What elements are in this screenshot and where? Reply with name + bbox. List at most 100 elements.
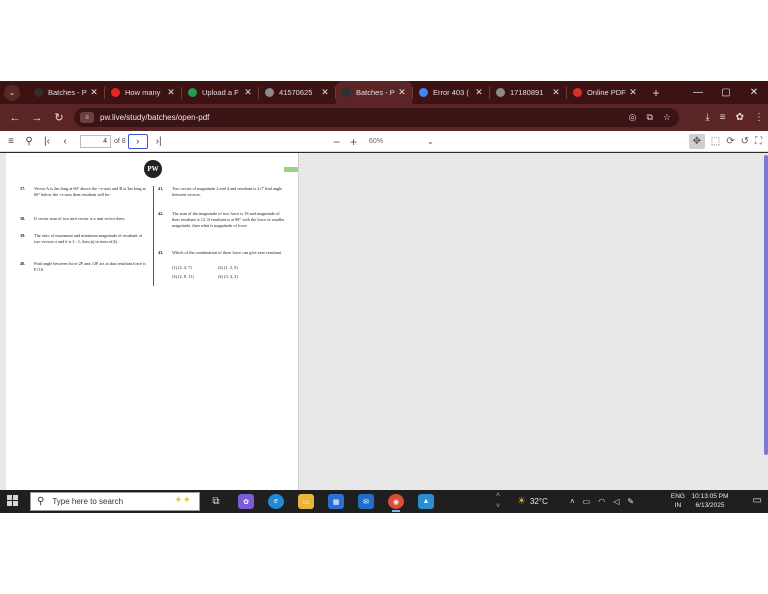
tab-label: 17180891	[510, 88, 544, 97]
pdf-viewer[interactable]: PW 37. Vector A is 2m long at 60° above t…	[0, 153, 768, 490]
globe-favicon-icon	[496, 88, 505, 97]
tab-close-icon[interactable]: ✕	[396, 87, 408, 98]
maximize-button[interactable]: ▢	[712, 81, 740, 104]
question-43-options: (1) (2, 4, 7) (2) (1, 3, 5) (3) (2, 8, 1…	[172, 265, 288, 285]
tab-close-icon[interactable]: ✕	[319, 87, 331, 98]
browser-tab[interactable]: How many ✕	[105, 81, 181, 104]
pdf-page: PW 37. Vector A is 2m long at 60° above t…	[6, 153, 299, 490]
url-text[interactable]: pw.live/study/batches/open-pdf	[100, 113, 209, 122]
search-icon[interactable]: ⚲	[22, 136, 36, 147]
pw-favicon-icon	[34, 88, 43, 97]
zoom-out-icon[interactable]: −	[333, 135, 340, 149]
pdf-toolbar: ≡ ⚲ |‹ ‹ 4 of 8 › ›| − + 60% ⌄ ✥ ⬚ ⟳ ↺ ⛶	[0, 131, 768, 152]
column-divider	[153, 186, 154, 286]
reload-button[interactable]: ↻	[48, 107, 70, 129]
question-42: 42. The sum of the magnitude of two force…	[158, 211, 285, 229]
menu-dots-icon[interactable]: ⋮	[754, 112, 764, 123]
browser-tab[interactable]: 41570625 ✕	[259, 81, 335, 104]
language-indicator[interactable]: ENG IN	[671, 492, 685, 510]
browser-tab[interactable]: Upload a F ✕	[182, 81, 258, 104]
bookmark-star-icon[interactable]: ☆	[663, 112, 671, 123]
page-count-label: of 8	[114, 137, 126, 145]
tab-label: How many	[125, 88, 161, 97]
chrome-icon[interactable]: ◉	[388, 494, 404, 512]
zoom-level[interactable]: 60%	[369, 138, 383, 145]
tab-close-icon[interactable]: ✕	[165, 87, 177, 98]
tab-label: Batches - P	[48, 88, 87, 97]
pen-icon[interactable]: ✎	[627, 497, 634, 506]
pan-tool-icon[interactable]: ✥	[688, 134, 705, 149]
forward-button[interactable]: →	[26, 107, 48, 129]
rotate-icon[interactable]: ⟳	[726, 136, 734, 147]
option-1: (1) (2, 4, 7)	[172, 265, 192, 270]
browser-tab[interactable]: Batches - P ✕	[28, 81, 104, 104]
page-number-input[interactable]: 4	[80, 134, 111, 148]
taskbar-scroll-icon[interactable]: ˄ ˅	[494, 490, 502, 513]
edge-icon[interactable]: e	[268, 494, 284, 509]
fullscreen-icon[interactable]: ⛶	[755, 136, 762, 147]
weather-widget[interactable]: ☀ 32°C	[517, 490, 548, 513]
weather-temp: 32°C	[529, 497, 548, 506]
photos-icon[interactable]: ▲	[418, 494, 434, 509]
system-clock[interactable]: 10:13:05 PM 6/13/2025	[690, 492, 730, 510]
mail-icon[interactable]: ✉	[358, 494, 374, 509]
browser-tab[interactable]: Batches - P ✕	[336, 81, 412, 104]
windows-taskbar: ⚲ Type here to search ✦✦ ⧉ ✿ e ▭ ▦ ✉ ◉ ▲…	[0, 490, 768, 513]
search-highlight-icon: ✦✦	[174, 495, 191, 506]
question-39: 39. The ratio of maximum and minimum magn…	[20, 233, 143, 245]
notification-icon[interactable]: ▭	[753, 495, 762, 506]
download-icon[interactable]: ⤓	[705, 112, 709, 123]
close-window-button[interactable]: ✕	[740, 81, 768, 104]
site-info-icon[interactable]: ≡	[80, 112, 94, 123]
install-app-icon[interactable]: ⧉	[646, 112, 652, 123]
back-button[interactable]: ←	[4, 107, 26, 129]
windows-start-icon[interactable]	[7, 495, 19, 507]
last-page-icon[interactable]: ›|	[152, 136, 166, 147]
marquee-select-icon[interactable]: ⬚	[711, 136, 720, 147]
question-40: 40. Find angle between force 2F and √2F a…	[20, 261, 146, 273]
sidebar-toggle-icon[interactable]: ≡	[4, 136, 18, 147]
page-tag	[284, 167, 298, 172]
copilot-icon[interactable]: ✿	[238, 494, 254, 509]
option-3: (3) (2, 8, 11)	[172, 274, 194, 279]
next-page-button[interactable]: ›	[127, 133, 148, 149]
tab-close-icon[interactable]: ✕	[627, 87, 639, 98]
question-43: 43. Which of the combination of three for…	[158, 250, 282, 255]
zoom-in-icon[interactable]: +	[350, 135, 357, 149]
file-explorer-icon[interactable]: ▭	[298, 494, 314, 509]
taskbar-search-box[interactable]: ⚲ Type here to search ✦✦	[30, 492, 200, 511]
tab-close-icon[interactable]: ✕	[88, 87, 100, 98]
zoom-dropdown-icon[interactable]: ⌄	[427, 137, 434, 146]
vertical-scrollbar[interactable]	[764, 155, 768, 455]
browser-toolbar: ← → ↻ ≡ pw.live/study/batches/open-pdf ◎…	[0, 104, 768, 131]
viewer-empty-area	[302, 153, 763, 490]
browser-tab[interactable]: Error 403 (✕	[413, 81, 489, 104]
tab-close-icon[interactable]: ✕	[550, 87, 562, 98]
browser-tab[interactable]: Online PDF ✕	[567, 81, 643, 104]
tab-label: Online PDF	[587, 88, 626, 97]
reading-list-icon[interactable]: ≡	[720, 112, 726, 123]
eye-off-icon[interactable]: ◎	[629, 112, 637, 123]
tray-overflow-icon[interactable]: ˄	[570, 497, 575, 506]
google-favicon-icon	[419, 88, 428, 97]
previous-page-icon[interactable]: ‹	[58, 136, 72, 147]
browser-tab-strip: ⌄ Batches - P ✕ How many ✕ Upload a F ✕ 415706…	[0, 81, 768, 104]
browser-tab[interactable]: 17180891 ✕	[490, 81, 566, 104]
new-tab-button[interactable]: +	[649, 86, 663, 100]
tab-close-icon[interactable]: ✕	[473, 87, 485, 98]
tab-search-icon[interactable]: ⌄	[4, 84, 20, 101]
store-icon[interactable]: ▦	[328, 494, 344, 509]
youtube-favicon-icon	[111, 88, 120, 97]
task-view-icon[interactable]: ⧉	[208, 494, 224, 509]
battery-icon[interactable]: ▭	[583, 497, 591, 506]
address-bar[interactable]: ≡ pw.live/study/batches/open-pdf ◎ ⧉ ☆	[74, 108, 679, 127]
minimize-button[interactable]: —	[684, 81, 712, 104]
wifi-icon[interactable]: ◠	[598, 497, 605, 506]
refresh-icon[interactable]: ↺	[741, 136, 749, 147]
tab-close-icon[interactable]: ✕	[242, 87, 254, 98]
option-4: (4) (3, 4, 2)	[218, 274, 238, 279]
first-page-icon[interactable]: |‹	[40, 136, 54, 147]
volume-icon[interactable]: ◁	[613, 497, 619, 506]
extension-icon[interactable]: ✿	[736, 112, 744, 123]
tab-label: Batches - P	[356, 88, 395, 97]
